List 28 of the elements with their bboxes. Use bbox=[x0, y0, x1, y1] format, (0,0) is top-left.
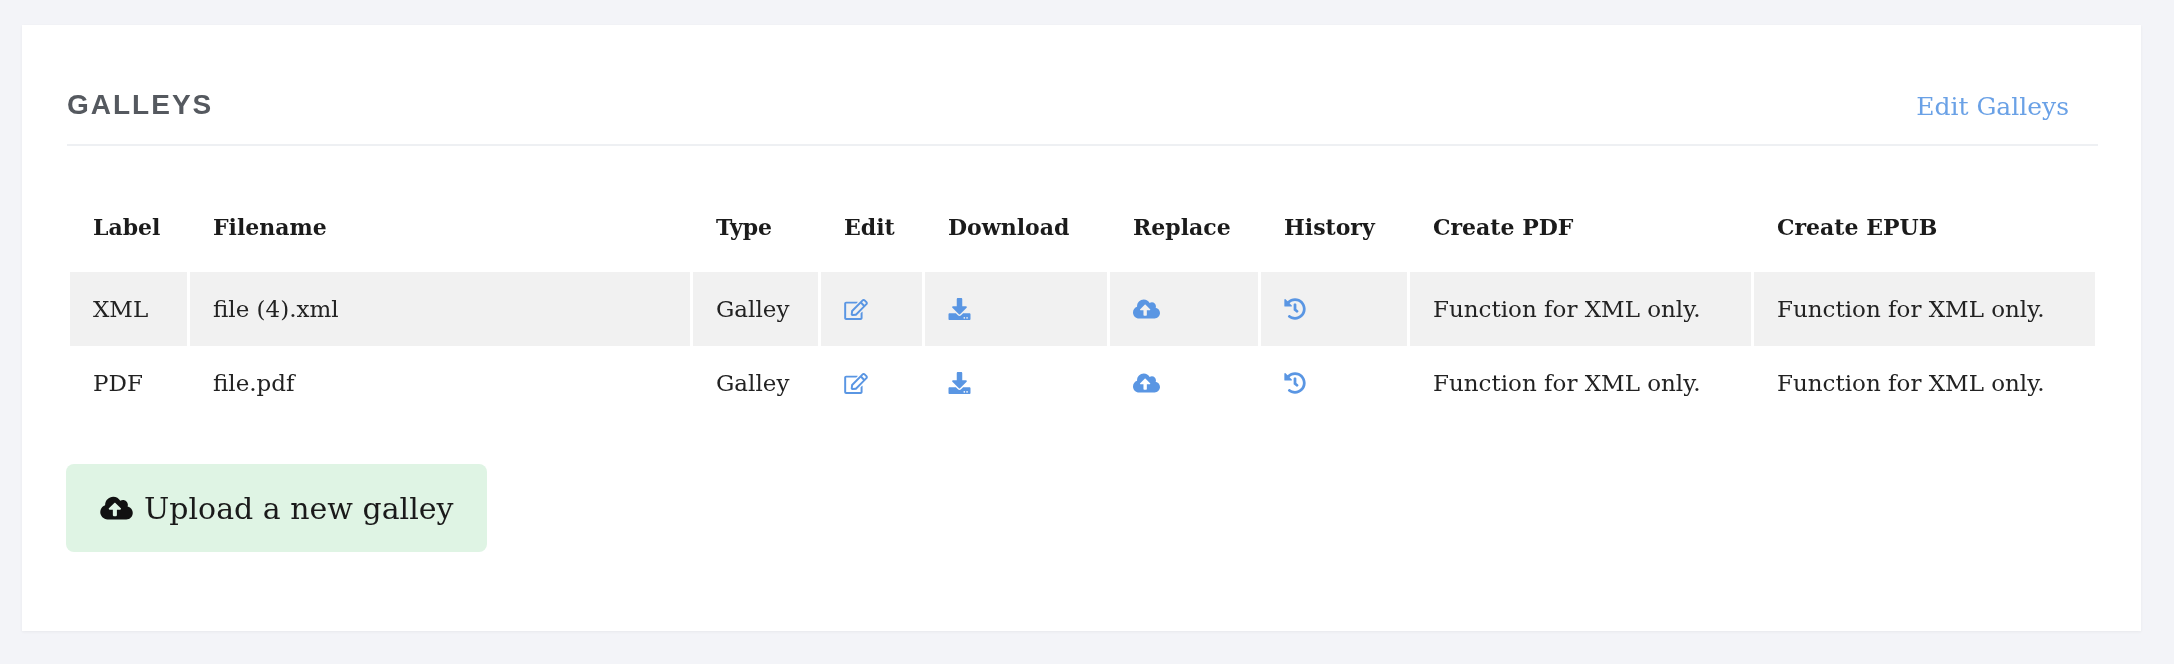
download-icon[interactable] bbox=[948, 372, 971, 394]
table-cell: Function for XML only. bbox=[1410, 272, 1751, 346]
column-header: Create EPUB bbox=[1776, 213, 1939, 242]
column-header: Label bbox=[92, 213, 162, 242]
column-header: Download bbox=[947, 213, 1071, 242]
column-header: Type bbox=[715, 213, 774, 242]
table-cell-text: file.pdf bbox=[212, 369, 297, 398]
table-cell-text: PDF bbox=[92, 369, 144, 398]
table-cell-text: Function for XML only. bbox=[1432, 369, 1702, 398]
history-icon[interactable] bbox=[1284, 298, 1306, 320]
edit-icon[interactable] bbox=[844, 372, 868, 394]
table-cell-text: Galley bbox=[715, 369, 791, 398]
table-cell: XML bbox=[70, 272, 187, 346]
column-header: Edit bbox=[843, 213, 896, 242]
table-cell: file (4).xml bbox=[190, 272, 690, 346]
table-cell: Function for XML only. bbox=[1754, 272, 2095, 346]
section-title: GALLEYS bbox=[67, 90, 214, 119]
edit-icon[interactable] bbox=[844, 298, 868, 320]
table-cell: Galley bbox=[693, 272, 818, 346]
column-header: Create PDF bbox=[1432, 213, 1575, 242]
cloud-upload-icon[interactable] bbox=[100, 495, 133, 521]
upload-galley-button[interactable]: Upload a new galley bbox=[66, 464, 488, 552]
history-icon[interactable] bbox=[1284, 372, 1306, 394]
download-icon[interactable] bbox=[948, 298, 971, 320]
column-header: Filename bbox=[212, 213, 328, 242]
column-header: Replace bbox=[1132, 213, 1232, 242]
table-cell-text: Function for XML only. bbox=[1776, 369, 2046, 398]
column-header: History bbox=[1283, 213, 1377, 242]
